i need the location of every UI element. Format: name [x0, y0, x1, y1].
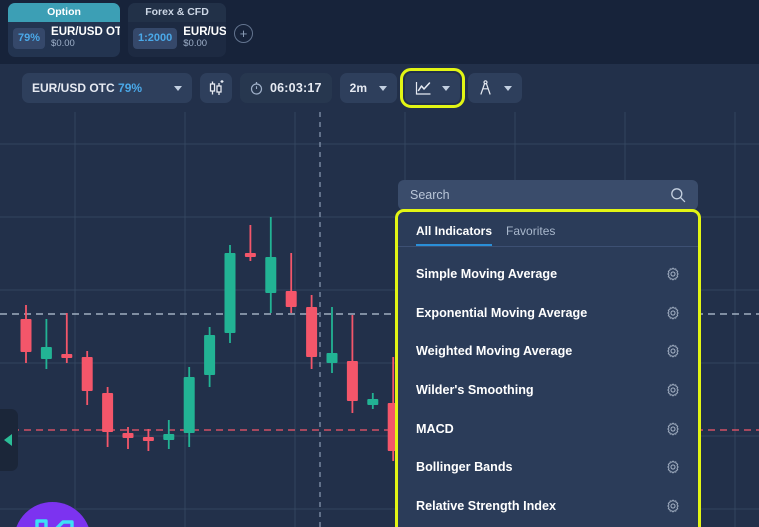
candlestick-icon	[209, 80, 223, 95]
line-chart-icon	[415, 81, 431, 95]
indicator-panel-body: All Indicators Favorites Simple Moving A…	[395, 209, 701, 527]
timeframe-selector[interactable]: 2m	[339, 73, 397, 103]
indicator-label: MACD	[416, 421, 454, 436]
indicator-row[interactable]: MACD	[398, 409, 698, 448]
plus-circle-icon[interactable]: +	[234, 24, 253, 43]
candle-type-button[interactable]	[200, 73, 232, 103]
account-tab-forex-label: Forex & CFD	[128, 3, 226, 22]
chevron-down-icon	[503, 85, 512, 91]
indicators-button[interactable]	[399, 68, 465, 108]
account-tab-forex[interactable]: Forex & CFD 1:2000 EUR/USD $0.00	[128, 3, 226, 57]
indicator-label: Wilder's Smoothing	[416, 383, 534, 398]
drawing-tools-button[interactable]	[467, 73, 522, 103]
tab-all-indicators[interactable]: All Indicators	[416, 224, 493, 246]
chevron-down-icon	[441, 85, 450, 91]
indicator-row[interactable]: Relative Strength Index	[398, 487, 698, 526]
gear-icon[interactable]	[666, 306, 680, 320]
indicator-label: Relative Strength Index	[416, 498, 556, 513]
lc-monogram	[34, 518, 74, 527]
indicator-row[interactable]: Exponential Moving Average	[398, 294, 698, 333]
chart-toolbar: EUR/USD OTC 79% 06:03:17 2m	[0, 64, 759, 112]
gear-icon[interactable]	[666, 422, 680, 436]
expiry-timer-value: 06:03:17	[270, 81, 322, 95]
indicator-list: Simple Moving Average Exponential Moving …	[398, 251, 698, 527]
search-icon[interactable]	[670, 187, 686, 203]
account-option-payout-badge: 79%	[13, 27, 46, 49]
gear-icon[interactable]	[666, 383, 680, 397]
account-tab-option-label: Option	[8, 3, 120, 22]
expiry-timer[interactable]: 06:03:17	[240, 73, 332, 103]
indicator-label: Exponential Moving Average	[416, 305, 588, 320]
chart-area: EUR/USD OTC 79% 06:03:17 2m Search All I…	[0, 64, 759, 527]
chevron-down-icon	[378, 85, 387, 91]
account-tab-option[interactable]: Option 79% EUR/USD OTC $0.00	[8, 3, 120, 57]
search-input[interactable]: Search	[410, 188, 450, 202]
asset-payout-label: 79%	[118, 81, 143, 95]
account-option-balance: $0.00	[51, 38, 75, 50]
chevron-down-icon	[174, 85, 182, 91]
gear-icon[interactable]	[666, 499, 680, 513]
gear-icon[interactable]	[666, 267, 680, 281]
gear-icon[interactable]	[666, 460, 680, 474]
asset-selector-label: EUR/USD OTC	[32, 81, 115, 95]
indicator-dropdown-panel: Search All Indicators Favorites Simple M…	[395, 180, 701, 527]
account-forex-leverage-badge: 1:2000	[133, 27, 178, 49]
tab-favorites[interactable]: Favorites	[506, 224, 555, 246]
gear-icon[interactable]	[666, 344, 680, 358]
compass-icon	[480, 80, 491, 95]
asset-selector[interactable]: EUR/USD OTC 79%	[22, 73, 192, 103]
indicator-panel-tabs: All Indicators Favorites	[398, 216, 698, 247]
indicator-label: Bollinger Bands	[416, 460, 513, 475]
indicator-row[interactable]: Weighted Moving Average	[398, 332, 698, 371]
indicator-label: Weighted Moving Average	[416, 344, 573, 359]
collapse-left-arrow-icon[interactable]	[0, 409, 18, 471]
indicator-row[interactable]: Wilder's Smoothing	[398, 371, 698, 410]
indicator-row[interactable]: Bollinger Bands	[398, 448, 698, 487]
indicator-label: Simple Moving Average	[416, 267, 558, 282]
stopwatch-icon	[250, 82, 263, 95]
indicator-row[interactable]: Simple Moving Average	[398, 255, 698, 294]
account-header: Option 79% EUR/USD OTC $0.00 Forex & CFD…	[0, 0, 759, 64]
timeframe-label: 2m	[349, 81, 367, 95]
account-forex-balance: $0.00	[183, 38, 208, 50]
indicator-search-box[interactable]: Search	[398, 180, 698, 210]
